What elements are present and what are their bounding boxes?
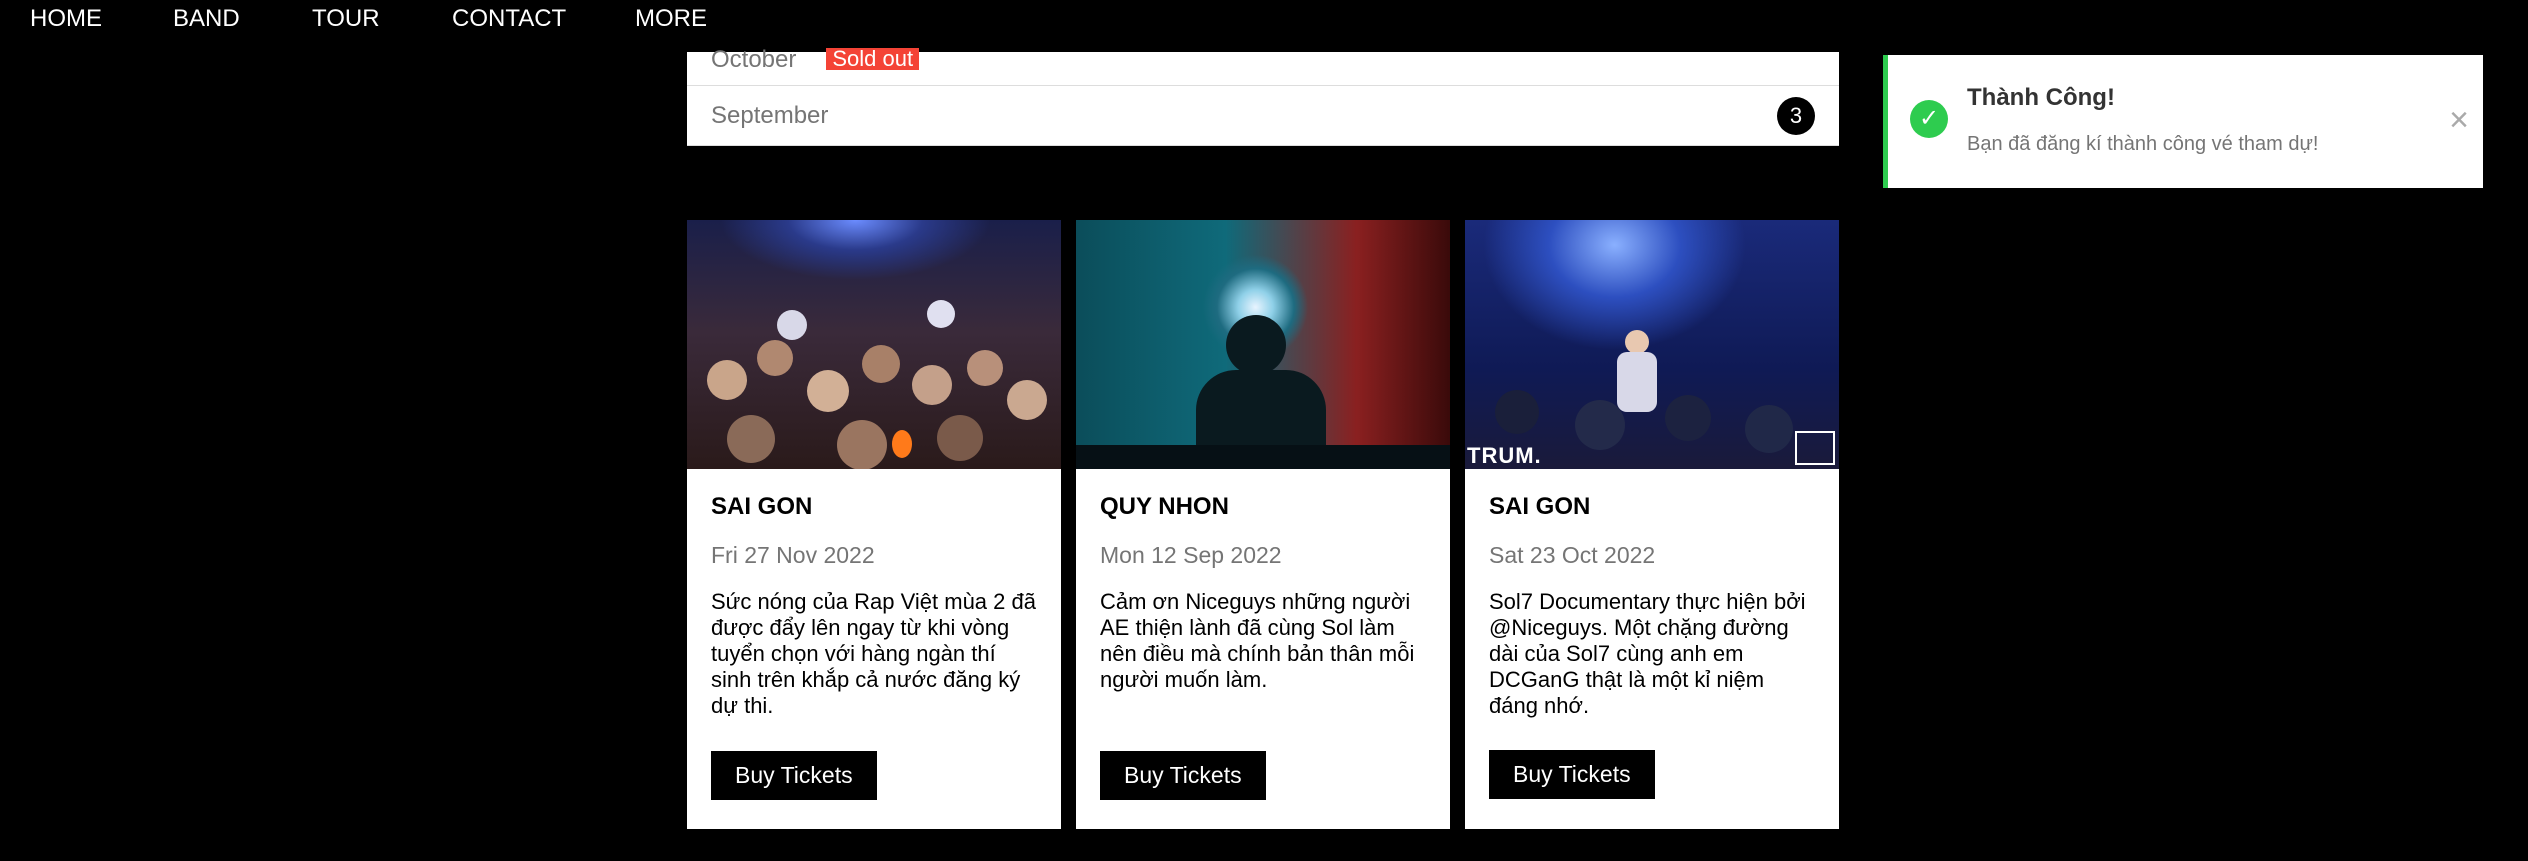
card-description: Cảm ơn Niceguys những người AE thiện làn… bbox=[1100, 589, 1415, 692]
photo-watermark: TRUM. bbox=[1467, 443, 1542, 468]
nav-tour[interactable]: TOUR bbox=[312, 0, 380, 38]
tour-card: SAI GON Fri 27 Nov 2022 Sức nóng của Rap… bbox=[687, 220, 1061, 829]
toast-title: Thành Công! bbox=[1967, 84, 2115, 111]
month-list: October Sold out September 3 bbox=[687, 46, 1839, 146]
count-badge: 3 bbox=[1777, 96, 1815, 135]
month-row-september[interactable]: September 3 bbox=[687, 86, 1839, 146]
toast-message: Bạn đã đăng kí thành công vé tham dự! bbox=[1967, 133, 2319, 155]
nav-more[interactable]: MORE bbox=[635, 0, 707, 38]
buy-tickets-button[interactable]: Buy Tickets bbox=[1100, 751, 1266, 800]
month-row-october[interactable]: October Sold out bbox=[687, 46, 1839, 86]
month-label: October bbox=[711, 46, 797, 73]
nav-band[interactable]: BAND bbox=[173, 0, 240, 38]
rapper-stage-photo bbox=[1076, 220, 1450, 469]
club-logo-icon bbox=[1795, 431, 1835, 465]
club-stage-photo: TRUM. bbox=[1465, 220, 1839, 469]
card-date: Mon 12 Sep 2022 bbox=[1100, 542, 1282, 568]
card-date: Fri 27 Nov 2022 bbox=[711, 542, 875, 568]
month-label: September bbox=[711, 101, 829, 129]
card-date: Sat 23 Oct 2022 bbox=[1489, 542, 1656, 568]
buy-tickets-button[interactable]: Buy Tickets bbox=[711, 751, 877, 800]
card-description: Sức nóng của Rap Việt mùa 2 đã được đẩy … bbox=[711, 589, 1036, 718]
buy-tickets-button[interactable]: Buy Tickets bbox=[1489, 750, 1655, 799]
success-toast: ✓ Thành Công! Bạn đã đăng kí thành công … bbox=[1883, 55, 2483, 188]
card-city: SAI GON bbox=[1489, 493, 1591, 520]
nav-contact[interactable]: CONTACT bbox=[452, 0, 566, 38]
concert-crowd-photo bbox=[687, 220, 1061, 469]
check-circle-icon: ✓ bbox=[1910, 100, 1948, 138]
card-city: QUY NHON bbox=[1100, 493, 1229, 520]
close-icon[interactable]: × bbox=[2449, 103, 2469, 137]
card-city: SAI GON bbox=[711, 493, 813, 520]
tour-card: TRUM. SAI GON Sat 23 Oct 2022 Sol7 Docum… bbox=[1465, 220, 1839, 829]
card-description: Sol7 Documentary thực hiện bởi @Niceguys… bbox=[1489, 589, 1806, 718]
tour-card: QUY NHON Mon 12 Sep 2022 Cảm ơn Niceguys… bbox=[1076, 220, 1450, 829]
nav-home[interactable]: HOME bbox=[30, 0, 102, 38]
sold-out-badge: Sold out bbox=[826, 48, 920, 70]
